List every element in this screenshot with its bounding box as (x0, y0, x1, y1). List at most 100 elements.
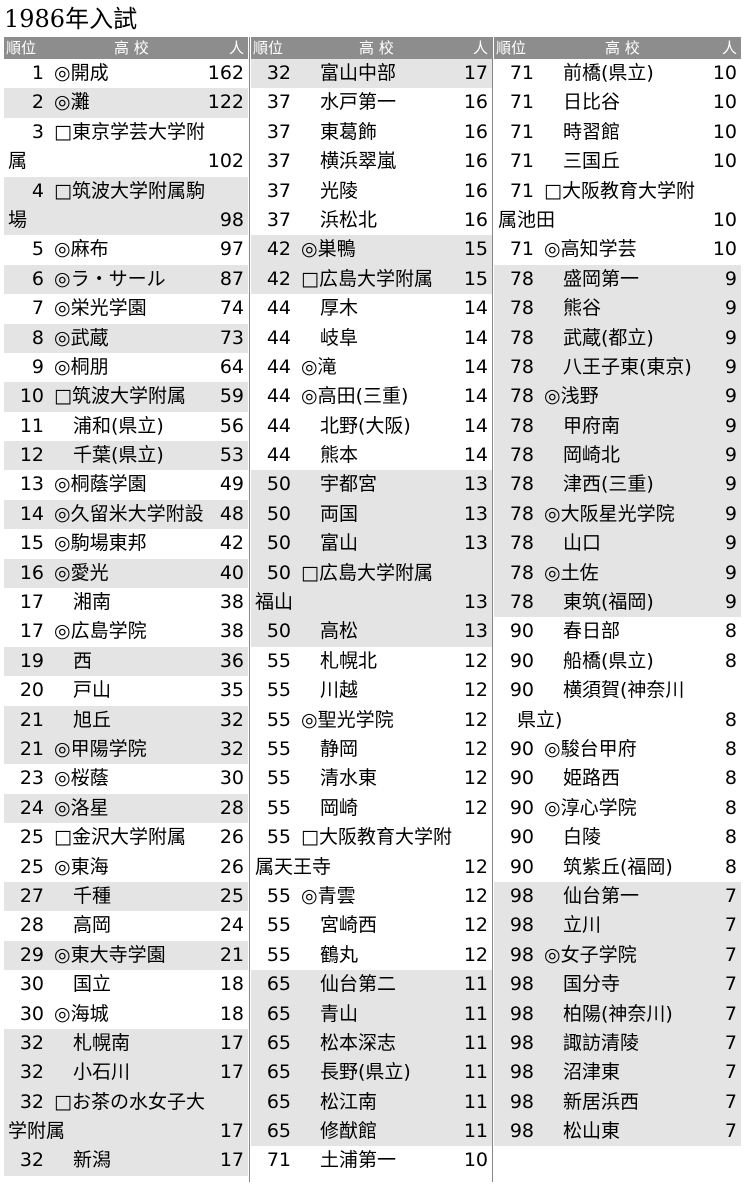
count-cell: 74 (219, 297, 244, 320)
rank-cell: 65 (266, 1031, 291, 1054)
count-cell: 32 (219, 708, 244, 731)
table-row: 21 ◎甲陽学院 32 (4, 734, 248, 765)
rank-cell: 71 (509, 150, 534, 173)
rank-cell: 4 (31, 179, 44, 202)
rank-cell: 65 (266, 973, 291, 996)
school-cell: 場 (8, 208, 28, 231)
table-row: 32 富山中部 17 (251, 59, 492, 89)
table-row: 50 □広島大学附属 (251, 558, 492, 589)
table-row: 55 宮崎西 12 (251, 911, 492, 940)
table-row: 42 ◎巣鴨 15 (251, 235, 492, 265)
school-cell: 福山 (255, 591, 294, 614)
rank-cell: 71 (266, 1149, 291, 1172)
rank-cell: 71 (509, 62, 534, 84)
rank-cell: 12 (19, 444, 44, 467)
count-cell: 35 (219, 679, 244, 702)
school-cell: 浦和(県立) (54, 414, 164, 437)
rank-cell: 55 (266, 796, 291, 819)
count-cell: 12 (463, 884, 488, 907)
count-cell: 38 (219, 620, 244, 643)
count-cell: 11 (463, 973, 488, 996)
table-row: 71 三国丘 10 (494, 147, 741, 176)
school-cell: 戸山 (54, 679, 112, 702)
count-cell: 30 (219, 767, 244, 790)
table-row: 55 札幌北 12 (251, 647, 492, 676)
table-row: 78 東筑(福岡) 9 (494, 588, 741, 618)
count-cell: 16 (463, 120, 488, 143)
school-cell: 宇都宮 (301, 473, 378, 496)
table-row: 28 高岡 24 (4, 911, 248, 940)
table-row: 44 熊本 14 (251, 441, 492, 470)
table-row: 10 □筑波大学附属 59 (4, 382, 248, 412)
rank-cell: 16 (19, 561, 44, 584)
table-row: 5 ◎麻布 97 (4, 235, 248, 264)
rank-cell: 6 (31, 267, 44, 290)
table-row: 65 修猷館 11 (251, 1117, 492, 1147)
table-header: 順位 高 校 人 (251, 37, 492, 59)
rank-cell: 37 (266, 208, 291, 231)
rank-cell: 42 (266, 267, 291, 290)
school-cell: 日比谷 (544, 91, 621, 114)
rank-cell: 65 (266, 1002, 291, 1025)
rank-cell: 78 (509, 502, 534, 525)
school-cell: 西 (54, 649, 93, 672)
table-header: 順位 高 校 人 (494, 37, 741, 59)
count-cell: 18 (219, 973, 244, 996)
count-cell: 14 (463, 326, 488, 349)
school-cell: 三国丘 (544, 150, 621, 173)
count-cell: 15 (463, 267, 488, 290)
rank-cell: 78 (509, 326, 534, 349)
school-cell: 山口 (544, 532, 602, 555)
count-cell: 12 (463, 855, 488, 878)
count-cell: 16 (463, 150, 488, 173)
count-cell: 10 (712, 208, 737, 231)
rank-cell: 55 (266, 884, 291, 907)
rank-cell: 90 (509, 649, 534, 672)
rank-cell: 37 (266, 120, 291, 143)
count-cell: 10 (712, 91, 737, 114)
table-row: 24 ◎洛星 28 (4, 793, 248, 824)
count-cell: 9 (724, 414, 737, 437)
school-cell: ◎巣鴨 (301, 238, 356, 261)
count-cell: 7 (724, 1090, 737, 1113)
rank-cell: 24 (19, 796, 44, 819)
table-row: 32 小石川 17 (4, 1058, 248, 1088)
table-row: 71 前橋(県立) 10 (494, 59, 741, 88)
count-cell: 9 (724, 473, 737, 496)
school-cell: □広島大学附属 (301, 267, 433, 290)
school-cell: 属 (8, 150, 28, 173)
count-cell: 7 (724, 914, 737, 937)
table-row: 71 土浦第一 10 (251, 1146, 492, 1175)
rank-cell: 55 (266, 767, 291, 790)
rank-cell: 78 (509, 561, 534, 584)
school-cell: 厚木 (301, 297, 359, 320)
school-cell: ◎武蔵 (54, 326, 109, 349)
count-cell: 64 (219, 355, 244, 378)
table-row: 44 岐阜 14 (251, 324, 492, 353)
count-cell: 12 (463, 737, 488, 760)
school-cell: 札幌北 (301, 649, 378, 672)
rank-cell: 27 (19, 884, 44, 907)
rank-cell: 17 (19, 620, 44, 643)
school-cell: □金沢大学附属 (54, 826, 186, 849)
rank-cell: 55 (266, 649, 291, 672)
count-cell: 8 (724, 737, 737, 760)
count-cell: 12 (463, 767, 488, 790)
rank-cell: 78 (509, 591, 534, 614)
school-cell: ◎灘 (54, 91, 90, 114)
rank-cell: 44 (266, 414, 291, 437)
count-cell: 98 (219, 208, 244, 231)
table-row: 90 ◎駿台甲府 8 (494, 735, 741, 764)
table-row: 98 立川 7 (494, 911, 741, 941)
table-row: 71 □大阪教育大学附 (494, 177, 741, 206)
count-cell: 13 (463, 620, 488, 643)
school-cell: 仙台第一 (544, 884, 640, 907)
school-cell: 青山 (301, 1002, 359, 1025)
rank-cell: 71 (509, 91, 534, 114)
count-cell: 16 (463, 208, 488, 231)
school-cell: 熊谷 (544, 297, 602, 320)
table-row: 16 ◎愛光 40 (4, 558, 248, 589)
table-row: 50 両国 13 (251, 499, 492, 530)
school-cell: 県立) (498, 708, 563, 731)
table-row: 78 熊谷 9 (494, 294, 741, 324)
